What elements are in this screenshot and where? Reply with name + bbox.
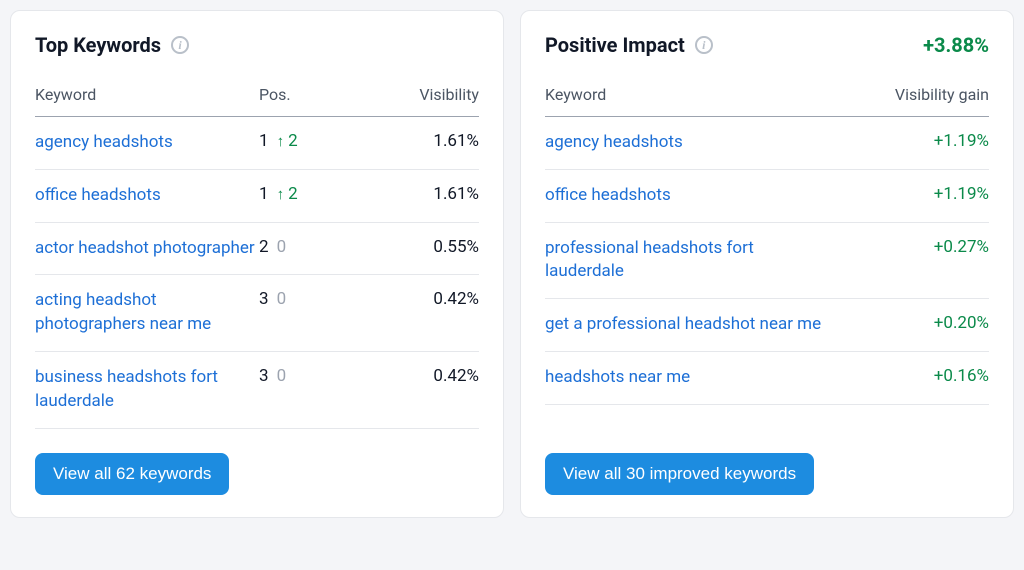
view-all-keywords-button[interactable]: View all 62 keywords [35,453,229,495]
position-value: 3 [259,366,269,386]
delta-zero: 0 [277,289,287,309]
delta-zero: 0 [277,237,287,257]
table-row: get a professional headshot near me +0.2… [545,299,989,352]
position-value: 2 [259,237,269,257]
table-header: Keyword Visibility gain [545,85,989,117]
keyword-link[interactable]: office headshots [545,185,671,205]
keyword-link[interactable]: office headshots [35,185,161,205]
position-value: 1 [259,184,269,204]
visibility-value: 0.42% [359,366,479,386]
table-row: acting headshot photographers near me 3 … [35,275,479,352]
card-header: Positive Impact i +3.88% [545,33,989,57]
info-icon[interactable]: i [695,36,713,54]
keyword-link[interactable]: professional headshots fort lauderdale [545,238,754,282]
visibility-value: 0.55% [359,237,479,257]
keyword-link[interactable]: agency headshots [35,132,173,152]
visibility-gain-value: +0.20% [829,313,989,333]
table-row: office headshots 1 2 1.61% [35,170,479,223]
keyword-link[interactable]: business headshots fort lauderdale [35,367,218,411]
col-visibility-gain: Visibility gain [829,85,989,104]
card-header: Top Keywords i [35,33,479,57]
delta-up-icon: 2 [277,184,298,204]
visibility-value: 1.61% [359,131,479,151]
table-row: actor headshot photographer 2 0 0.55% [35,223,479,276]
visibility-gain-value: +1.19% [829,184,989,204]
keyword-link[interactable]: acting headshot photographers near me [35,290,211,334]
col-keyword: Keyword [35,85,259,104]
position-value: 1 [259,131,269,151]
col-position: Pos. [259,85,359,104]
keyword-link[interactable]: get a professional headshot near me [545,314,821,334]
keyword-link[interactable]: agency headshots [545,132,683,152]
table-header: Keyword Pos. Visibility [35,85,479,117]
visibility-value: 0.42% [359,289,479,309]
col-keyword: Keyword [545,85,829,104]
table-row: office headshots +1.19% [545,170,989,223]
visibility-gain-value: +1.19% [829,131,989,151]
position-value: 3 [259,289,269,309]
card-title: Top Keywords [35,33,161,57]
delta-zero: 0 [277,366,287,386]
positive-impact-card: Positive Impact i +3.88% Keyword Visibil… [520,10,1014,518]
top-keywords-card: Top Keywords i Keyword Pos. Visibility a… [10,10,504,518]
info-icon[interactable]: i [171,36,189,54]
view-all-improved-keywords-button[interactable]: View all 30 improved keywords [545,453,814,495]
visibility-gain-value: +0.16% [829,366,989,386]
visibility-value: 1.61% [359,184,479,204]
overall-impact-value: +3.88% [923,33,989,57]
card-title: Positive Impact [545,33,685,57]
keyword-link[interactable]: headshots near me [545,367,690,387]
table-row: headshots near me +0.16% [545,352,989,405]
table-row: agency headshots +1.19% [545,117,989,170]
delta-up-icon: 2 [277,131,298,151]
col-visibility: Visibility [359,85,479,104]
table-row: business headshots fort lauderdale 3 0 0… [35,352,479,429]
table-row: agency headshots 1 2 1.61% [35,117,479,170]
table-row: professional headshots fort lauderdale +… [545,223,989,300]
visibility-gain-value: +0.27% [829,237,989,257]
keyword-link[interactable]: actor headshot photographer [35,238,255,258]
